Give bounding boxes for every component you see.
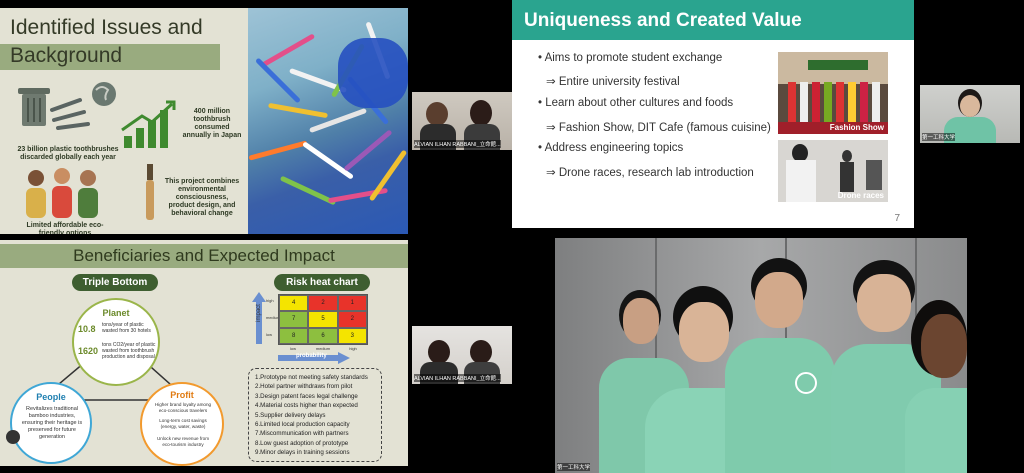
bullet-1-sub: ⇒ Entire university festival (546, 76, 680, 88)
toothbrush-pile-photo (248, 8, 408, 234)
slide-beneficiaries-impact: Beneficiaries and Expected Impact Triple… (0, 240, 408, 466)
heat-ytick-medium: medium (266, 315, 281, 320)
planet-label: Planet (102, 308, 130, 318)
planet-circle: Planet 10.8 tons/year of plastic wasted … (72, 298, 160, 386)
risk-item: 5.Supplier delivery delays (255, 411, 326, 419)
drone-races-photo: Drone races (778, 140, 888, 202)
planet-val1: 10.8 (78, 324, 96, 334)
slide-uniqueness: Uniqueness and Created Value • Aims to p… (512, 0, 914, 228)
heat-cell: 4 (279, 295, 309, 312)
heat-xtick-medium: medium (315, 346, 331, 351)
heat-cell: 1 (337, 295, 367, 312)
heat-cell: 8 (279, 327, 309, 344)
people-desc: Revitalizes traditional bamboo industrie… (21, 406, 83, 440)
risk-list-box: 1.Prototype not meeting safety standards… (248, 368, 382, 462)
people-label: People (36, 392, 66, 402)
slide3-title: Uniqueness and Created Value (524, 10, 802, 31)
page-number: 7 (894, 213, 900, 224)
video-tile-4-name: 第一工科大学 (557, 463, 591, 471)
heat-cell: 2 (337, 311, 367, 328)
planet-desc1: tons/year of plastic wasted from 30 hote… (102, 322, 151, 334)
video-tile-3-name: 第一工科大学 (922, 133, 956, 141)
risk-heat-grid: 421752863 (278, 294, 368, 345)
toothbrush-icon (146, 164, 154, 220)
heat-cell: 6 (308, 327, 338, 344)
slide1-title: Identified Issues and Background (0, 16, 228, 70)
planet-desc2: tons CO2/year of plastic wasted from too… (102, 342, 156, 360)
drone-races-caption: Drone races (837, 191, 884, 200)
stat-limited-options: Limited affordable eco-friendly options (26, 222, 104, 234)
main-video-feed[interactable]: 第一工科大学 (555, 238, 967, 473)
profit-circle: Profit Higher brand loyalty among eco-co… (140, 382, 224, 466)
planet-val2: 1620 (78, 346, 99, 356)
heat-ylabel: impact (255, 304, 262, 322)
heat-cell: 7 (279, 311, 309, 328)
slide-identified-issues: Identified Issues and Background 23 bill… (0, 8, 408, 234)
heat-xlabel: probability (296, 353, 327, 359)
video-tile-2-name: ALVIAN ILHAN RABBANI_立命館... (414, 374, 501, 382)
heat-xtick-high: high (349, 346, 357, 351)
leaf-icon (6, 430, 20, 444)
profit-item-1: Higher brand loyalty among eco-conscious… (154, 402, 212, 413)
risk-item: 3.Design patent faces legal challenge (255, 392, 358, 400)
trash-toothbrush-icon (18, 82, 116, 130)
risk-item: 6.Limited local production capacity (255, 421, 350, 429)
slide1-title-line2: Background (10, 44, 123, 67)
video-tile-2[interactable]: ALVIAN ILHAN RABBANI_立命館... (412, 326, 512, 384)
risk-item: 7.Miscommunication with partners (255, 430, 349, 438)
profit-label: Profit (170, 390, 194, 400)
bullet-1: • Aims to promote student exchange (538, 52, 723, 64)
heat-ytick-high: high (266, 298, 274, 303)
risk-item: 2.Hotel partner withdraws from pilot (255, 383, 353, 391)
risk-list: 1.Prototype not meeting safety standards… (255, 373, 375, 458)
people-icon (26, 168, 98, 218)
video-tile-3[interactable]: 第一工科大学 (920, 85, 1020, 143)
fashion-show-photo: Fashion Show (778, 52, 888, 134)
stat-project-combines: This project combines environmental cons… (164, 178, 240, 217)
bullet-2-sub: ⇒ Fashion Show, DIT Cafe (famous cuisine… (546, 122, 771, 134)
heat-cell: 5 (308, 311, 338, 328)
stat-23-billion: 23 billion plastic toothbrushes discarde… (17, 146, 119, 161)
video-tile-1[interactable]: ALVIAN ILHAN RABBANI_立命館... (412, 92, 512, 150)
slide1-title-line1: Identified Issues and (10, 16, 203, 39)
heat-cell: 3 (337, 327, 367, 344)
bullet-3: • Address engineering topics (538, 142, 684, 154)
risk-item: 8.Low guest adoption of prototype (255, 439, 349, 447)
fashion-show-caption: Fashion Show (829, 123, 884, 132)
risk-item: 9.Minor delays in training sessions (255, 449, 350, 457)
profit-item-2: Long-term cost savings (energy, water, w… (159, 418, 207, 429)
bullet-2: • Learn about other cultures and foods (538, 97, 734, 109)
video-tile-1-name: ALVIAN ILHAN RABBANI_立命館... (414, 140, 501, 148)
stat-400-million: 400 million toothbrush consumed annually… (182, 108, 242, 139)
people-circle: People Revitalizes traditional bamboo in… (10, 382, 92, 464)
profit-item-3: Unlock new revenue from eco-tourism indu… (156, 436, 210, 447)
heat-xtick-low: low (289, 346, 296, 351)
bullet-3-sub: ⇒ Drone races, research lab introduction (546, 167, 754, 179)
risk-item: 1.Prototype not meeting safety standards (255, 374, 368, 381)
risk-heat-chart-pill: Risk heat chart (274, 274, 370, 291)
heat-cell: 2 (308, 295, 338, 312)
heat-ytick-low: low (266, 332, 273, 337)
growth-chart-icon (121, 100, 176, 148)
risk-item: 4.Material costs higher than expected (255, 402, 358, 410)
